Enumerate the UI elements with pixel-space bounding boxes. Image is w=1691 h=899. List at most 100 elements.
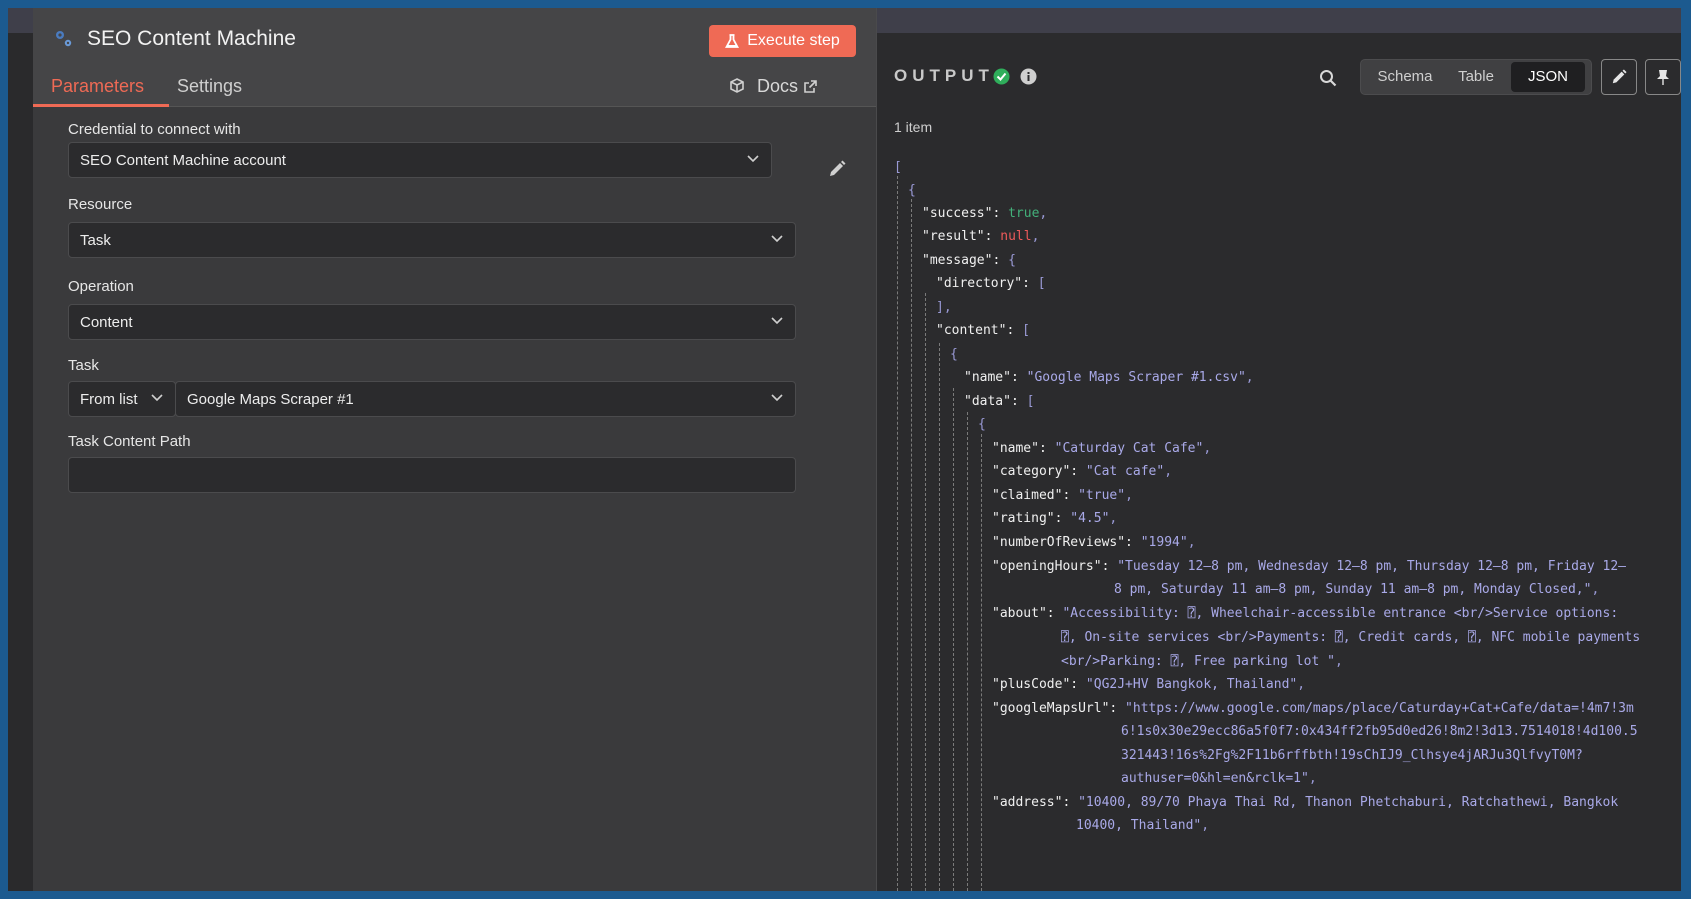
json-line: "about": "Accessibility: ⍰, Wheelchair-a… <box>992 606 1618 621</box>
json-value: "Cat cafe" <box>1078 464 1165 479</box>
task-content-path-label: Task Content Path <box>68 433 191 450</box>
operation-label: Operation <box>68 278 134 295</box>
json-value: "1994" <box>1132 535 1188 550</box>
indent-guide <box>981 434 982 891</box>
indent-guide <box>967 412 968 891</box>
indent-guide <box>925 293 926 891</box>
json-value: "Caturday Cat Cafe" <box>1046 441 1204 456</box>
json-value: <br/>Parking: ⍰, Free parking lot " <box>1061 654 1335 669</box>
view-switcher: Schema Table JSON <box>1360 59 1592 95</box>
indent-guide <box>953 388 954 891</box>
json-value: "Tuesday 12–8 pm, Wednesday 12–8 pm, Thu… <box>1109 559 1626 574</box>
json-value: , <box>1031 229 1040 244</box>
json-value: { <box>908 183 916 198</box>
json-line: "content": [ <box>936 323 1030 338</box>
info-icon[interactable] <box>1020 68 1037 85</box>
credential-label: Credential to connect with <box>68 121 241 138</box>
search-icon[interactable] <box>1319 69 1337 87</box>
json-value: authuser=0&hl=en&rclk=1" <box>1121 771 1309 786</box>
indent-guide <box>897 176 898 891</box>
json-value: "QG2J+HV Bangkok, Thailand" <box>1078 677 1298 692</box>
operation-value: Content <box>80 313 133 331</box>
json-value: 6!1s0x30e29ecc86a5f0f7:0x434ff2fb95d0ed2… <box>1121 724 1638 739</box>
credential-select[interactable]: SEO Content Machine account <box>68 142 772 178</box>
json-value: 8 pm, Saturday 11 am–8 pm, Sunday 11 am–… <box>1114 582 1592 597</box>
pencil-icon <box>1612 69 1627 84</box>
json-line: "category": "Cat cafe", <box>992 464 1172 479</box>
resource-label: Resource <box>68 196 133 213</box>
json-value: , <box>1245 370 1254 385</box>
json-value: [ <box>894 160 902 175</box>
indent-guide <box>911 199 912 891</box>
pin-data-button[interactable] <box>1645 59 1681 95</box>
json-line: "name": "Google Maps Scraper #1.csv", <box>964 370 1254 385</box>
json-line: "plusCode": "QG2J+HV Bangkok, Thailand", <box>992 677 1305 692</box>
json-key: "name": <box>992 441 1047 456</box>
json-line: { <box>978 417 986 432</box>
json-key: "name": <box>964 370 1019 385</box>
json-line: 10400, Thailand", <box>1076 818 1209 833</box>
execute-step-label: Execute step <box>747 32 840 49</box>
docs-label: Docs <box>757 76 799 96</box>
json-line: 6!1s0x30e29ecc86a5f0f7:0x434ff2fb95d0ed2… <box>1121 724 1638 739</box>
json-line: "address": "10400, 89/70 Phaya Thai Rd, … <box>992 795 1618 810</box>
json-value: , <box>1039 206 1048 221</box>
json-line: { <box>908 183 916 198</box>
json-line: <br/>Parking: ⍰, Free parking lot ", <box>1061 654 1343 669</box>
resource-select[interactable]: Task <box>68 222 796 258</box>
json-line: "result": null, <box>922 229 1039 244</box>
json-value: null <box>992 229 1032 244</box>
view-table[interactable]: Table <box>1445 60 1507 94</box>
task-label: Task <box>68 357 99 374</box>
tab-settings[interactable]: Settings <box>177 76 242 97</box>
json-value: , <box>1308 771 1317 786</box>
edit-credential-icon[interactable] <box>828 160 846 178</box>
execute-step-button[interactable]: Execute step <box>709 25 856 57</box>
json-output: [{"success": true, "result": null, "messag… <box>894 160 1681 891</box>
json-line: "directory": [ <box>936 276 1046 291</box>
json-value: , <box>1187 535 1196 550</box>
docs-link[interactable]: Docs <box>757 76 817 97</box>
output-title: OUTPUT <box>894 66 994 85</box>
json-value: 10400, Thailand" <box>1076 818 1202 833</box>
credential-value: SEO Content Machine account <box>80 151 286 169</box>
json-value: { <box>950 347 958 362</box>
edit-output-button[interactable] <box>1601 59 1637 95</box>
json-line: "googleMapsUrl": "https://www.google.com… <box>992 701 1634 716</box>
json-value: , <box>1164 464 1173 479</box>
tab-parameters[interactable]: Parameters <box>51 76 144 97</box>
json-value: , <box>1591 582 1600 597</box>
json-line: "claimed": "true", <box>992 488 1133 503</box>
json-key: "googleMapsUrl": <box>992 701 1118 716</box>
json-value: "true" <box>1070 488 1126 503</box>
resource-value: Task <box>80 231 111 249</box>
json-line: "numberOfReviews": "1994", <box>992 535 1196 550</box>
operation-select[interactable]: Content <box>68 304 796 340</box>
view-json[interactable]: JSON <box>1511 62 1585 92</box>
json-value: , <box>1334 654 1343 669</box>
json-key: "category": <box>992 464 1079 479</box>
json-line: "rating": "4.5", <box>992 511 1117 526</box>
pin-icon <box>1657 70 1669 85</box>
json-value: 321443!16s%2Fg%2F11b6rffbth!19sChIJ9_Clh… <box>1121 748 1583 763</box>
json-value: true <box>1000 206 1040 221</box>
json-value: "10400, 89/70 Phaya Thai Rd, Thanon Phet… <box>1070 795 1619 810</box>
task-content-path-input[interactable] <box>68 457 796 493</box>
json-value: "4.5" <box>1062 511 1110 526</box>
json-line: 321443!16s%2Fg%2F11b6rffbth!19sChIJ9_Clh… <box>1121 748 1583 763</box>
json-value: ⍰, On-site services <br/>Payments: ⍰, Cr… <box>1061 630 1641 645</box>
json-value: , <box>1203 441 1212 456</box>
chevron-down-icon <box>771 394 783 402</box>
task-mode-select[interactable]: From list <box>68 381 176 417</box>
chevron-down-icon <box>771 317 783 325</box>
json-value: ], <box>936 300 952 315</box>
task-select[interactable]: Google Maps Scraper #1 <box>175 381 796 417</box>
task-mode-value: From list <box>80 390 138 408</box>
parameters-panel: SEO Content Machine Execute step Paramet… <box>33 8 877 891</box>
view-schema[interactable]: Schema <box>1367 60 1443 94</box>
json-value: { <box>1000 253 1016 268</box>
json-key: "success": <box>922 206 1001 221</box>
json-key: "numberOfReviews": <box>992 535 1133 550</box>
json-value: , <box>1109 511 1118 526</box>
json-value: { <box>978 417 986 432</box>
